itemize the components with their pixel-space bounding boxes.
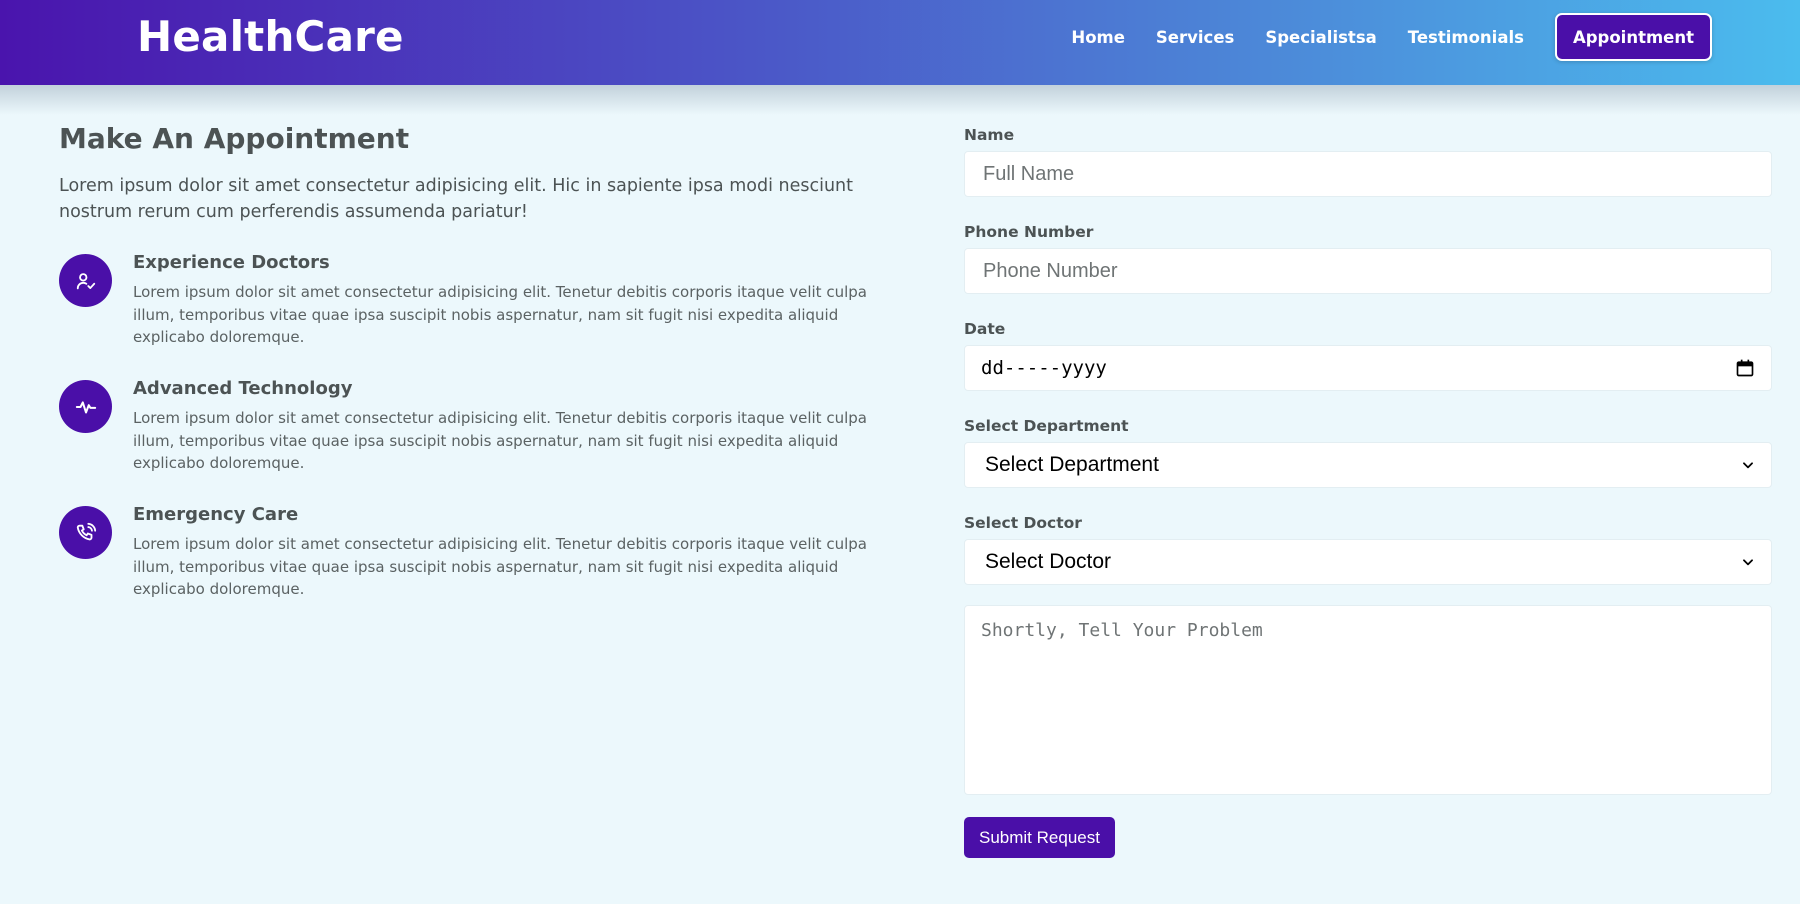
calendar-icon[interactable]: [1735, 358, 1755, 378]
doctor-label: Select Doctor: [964, 514, 1082, 532]
phone-call-icon: [59, 506, 112, 559]
name-label: Name: [964, 126, 1015, 144]
header-shadow: [0, 85, 1800, 115]
appointment-form: Name Phone Number Date dd-----yyyy Selec…: [964, 120, 1772, 858]
feature-title: Emergency Care: [133, 504, 299, 525]
doctor-select[interactable]: Select Doctor: [964, 539, 1772, 585]
phone-input[interactable]: [981, 258, 1755, 284]
department-selected-value: Select Department: [985, 453, 1159, 476]
name-input[interactable]: [981, 161, 1755, 187]
feature-emergency-care: Emergency Care Lorem ipsum dolor sit ame…: [59, 504, 869, 604]
appointment-info: Make An Appointment Lorem ipsum dolor si…: [59, 118, 869, 604]
chevron-down-icon: [1743, 462, 1753, 469]
submit-request-button[interactable]: Submit Request: [964, 817, 1115, 858]
appointment-button[interactable]: Appointment: [1554, 13, 1712, 61]
section-intro: Lorem ipsum dolor sit amet consectetur a…: [59, 176, 854, 222]
chevron-down-icon: [1743, 559, 1753, 566]
feature-title: Experience Doctors: [133, 252, 330, 273]
date-input[interactable]: dd-----yyyy: [964, 345, 1772, 391]
feature-text: Lorem ipsum dolor sit amet consectetur a…: [133, 409, 867, 472]
heartbeat-icon: [59, 380, 112, 433]
date-label: Date: [964, 320, 1006, 338]
department-label: Select Department: [964, 417, 1129, 435]
nav-link-testimonials[interactable]: Testimonials: [1408, 28, 1524, 47]
feature-text: Lorem ipsum dolor sit amet consectetur a…: [133, 283, 867, 346]
nav-link-services[interactable]: Services: [1156, 28, 1234, 47]
phone-field-wrapper: [964, 248, 1772, 294]
phone-label: Phone Number: [964, 223, 1094, 241]
nav-link-home[interactable]: Home: [1071, 28, 1125, 47]
doctor-check-icon: [59, 254, 112, 307]
doctor-selected-value: Select Doctor: [985, 550, 1112, 573]
feature-experience-doctors: Experience Doctors Lorem ipsum dolor sit…: [59, 252, 869, 352]
site-logo[interactable]: HealthCare: [137, 12, 404, 61]
site-header: HealthCare Home Services Specialistsa Te…: [0, 0, 1800, 85]
main-nav: Home Services Specialistsa Testimonials …: [1040, 13, 1712, 61]
name-field-wrapper: [964, 151, 1772, 197]
date-value: dd-----yyyy: [981, 357, 1107, 379]
problem-textarea[interactable]: Shortly, Tell Your Problem: [964, 605, 1772, 795]
department-select[interactable]: Select Department: [964, 442, 1772, 488]
section-title: Make An Appointment: [59, 122, 410, 155]
feature-advanced-technology: Advanced Technology Lorem ipsum dolor si…: [59, 378, 869, 478]
feature-title: Advanced Technology: [133, 378, 353, 399]
nav-link-specialists[interactable]: Specialistsa: [1265, 28, 1376, 47]
feature-text: Lorem ipsum dolor sit amet consectetur a…: [133, 535, 867, 598]
